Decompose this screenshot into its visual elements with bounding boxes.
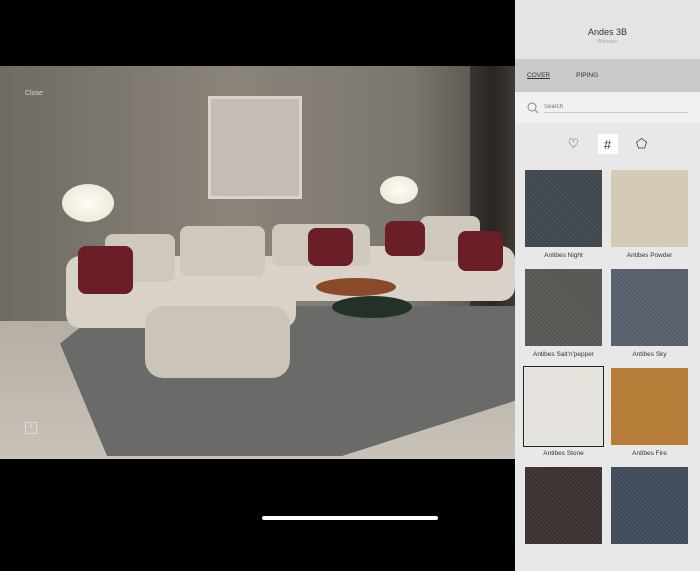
swatch-image[interactable]: [525, 269, 602, 346]
swatch-label: Antibes Night: [544, 252, 583, 259]
red-pillow: [385, 221, 425, 256]
red-pillow: [78, 246, 133, 294]
floor-lamp: [62, 184, 114, 222]
wall-art: [208, 96, 302, 199]
search-input[interactable]: [544, 102, 688, 113]
3d-viewer[interactable]: Close +: [0, 66, 515, 459]
floor-lamp: [380, 176, 418, 204]
tab-piping[interactable]: PIPING: [576, 72, 598, 79]
swatch-label: Antibes Salt'n'pepper: [532, 351, 595, 358]
product-header: Andes 3B Wittmann: [515, 0, 700, 59]
swatch-label: Antibes Powder: [626, 252, 673, 259]
heart-icon[interactable]: ♡: [564, 134, 584, 154]
swatch-item[interactable]: [611, 467, 688, 566]
search-icon: [527, 102, 539, 113]
search-bar: [515, 92, 700, 123]
material-panel: Andes 3B Wittmann COVER PIPING ♡ # ⬠ Ant…: [515, 0, 700, 571]
swatch-grid: Antibes Night Antibes Powder Antibes Salt'…: [515, 165, 700, 571]
swatch-item[interactable]: Antibes Salt'n'pepper: [525, 269, 602, 368]
product-brand: Wittmann: [596, 39, 619, 45]
swatch-image[interactable]: [611, 269, 688, 346]
close-button[interactable]: Close: [25, 90, 43, 97]
ottoman: [145, 306, 290, 378]
side-table: [332, 296, 412, 318]
swatch-image[interactable]: [523, 366, 604, 447]
swatch-item[interactable]: Antibes Night: [525, 170, 602, 269]
swatch-image[interactable]: [611, 170, 688, 247]
swatch-item[interactable]: Antibes Stone: [523, 366, 604, 467]
swatch-image[interactable]: [525, 467, 602, 544]
home-indicator[interactable]: [262, 516, 438, 520]
add-snapshot-icon[interactable]: +: [25, 422, 37, 434]
filter-row: ♡ # ⬠: [515, 123, 700, 165]
tab-bar: COVER PIPING: [515, 59, 700, 92]
swatch-label: Antibes Sky: [632, 351, 667, 358]
swatch-image[interactable]: [611, 368, 688, 445]
leather-icon[interactable]: ⬠: [632, 134, 652, 154]
swatch-item[interactable]: Antibes Powder: [611, 170, 688, 269]
cushion: [180, 226, 265, 276]
red-pillow: [458, 231, 503, 271]
coffee-table: [316, 278, 396, 296]
swatch-image[interactable]: [611, 467, 688, 544]
swatch-item[interactable]: Antibes Fire: [611, 368, 688, 467]
tab-cover[interactable]: COVER: [527, 72, 550, 79]
fabric-icon[interactable]: #: [597, 134, 618, 154]
swatch-label: Antibes Stone: [543, 450, 584, 457]
swatch-label: Antibes Fire: [632, 450, 667, 457]
swatch-item[interactable]: [525, 467, 602, 566]
swatch-item[interactable]: Antibes Sky: [611, 269, 688, 368]
swatch-image[interactable]: [525, 170, 602, 247]
red-pillow: [308, 228, 353, 266]
product-title: Andes 3B: [587, 27, 628, 37]
